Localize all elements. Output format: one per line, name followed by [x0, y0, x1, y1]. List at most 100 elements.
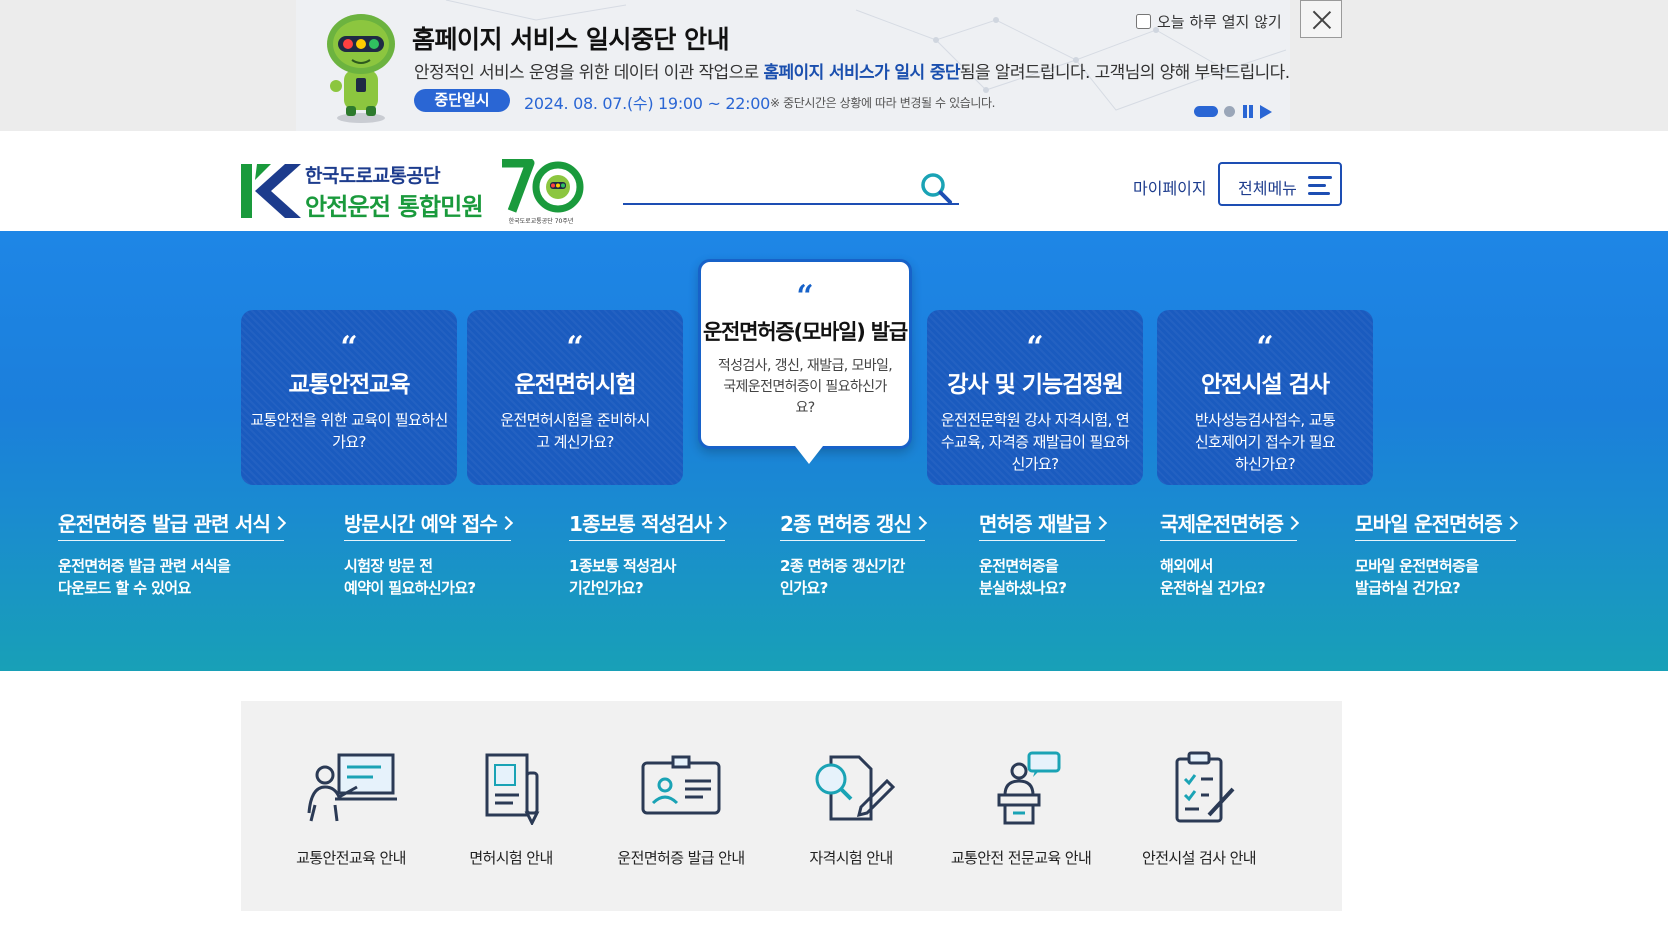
quick-link-desc-line: 인가요?	[780, 579, 828, 597]
hamburger-icon	[1308, 176, 1332, 196]
traffic-light-mascot-icon	[327, 14, 395, 123]
quick-link-desc-line: 모바일 운전면허증을	[1355, 557, 1479, 575]
quick-link-title: 면허증 재발급	[979, 508, 1105, 541]
quick-link-license-reissue[interactable]: 면허증 재발급 운전면허증을 분실하셨나요?	[979, 508, 1105, 599]
anniversary-caption: 한국도로교통공단 70주년	[509, 217, 574, 225]
slide-dot-active[interactable]	[1194, 106, 1218, 117]
quick-link-desc-line: 1종보통 적성검사	[569, 557, 676, 575]
quote-icon: “	[1026, 330, 1044, 365]
quick-link-desc: 모바일 운전면허증을발급하실 건가요?	[1355, 555, 1516, 599]
card-driver-license-exam[interactable]: “ 운전면허시험 운전면허시험을 준비하시고 계신가요?	[467, 310, 683, 485]
quick-link-visit-reservation[interactable]: 방문시간 예약 접수 시험장 방문 전예약이 필요하신가요?	[344, 508, 512, 599]
guide-qualification-exam[interactable]: 자격시험 안내	[761, 751, 941, 868]
card-description: 적성검사, 갱신, 재발급, 모바일, 국제운전면허증이 필요하신가요?	[717, 358, 893, 416]
koroad-logo-icon[interactable]	[241, 164, 301, 218]
quick-link-desc-line: 다운로드 할 수 있어요	[58, 579, 191, 597]
search-input[interactable]	[623, 169, 913, 203]
pause-icon[interactable]	[1242, 105, 1254, 118]
quick-link-desc-line: 기간인가요?	[569, 579, 644, 597]
notice-bar: 홈페이지 서비스 일시중단 안내 안정적인 서비스 운영을 위한 데이터 이관 …	[0, 0, 1668, 131]
slide-dot[interactable]	[1224, 106, 1235, 117]
exam-document-icon	[485, 753, 540, 825]
guide-label: 교통안전 전문교육 안내	[950, 849, 1092, 867]
card-title: 운전면허시험	[514, 372, 637, 398]
notice-title: 홈페이지 서비스 일시중단 안내	[412, 25, 730, 54]
card-traffic-safety-education[interactable]: “ 교통안전교육 교통안전을 위한 교육이 필요하신가요?	[241, 310, 457, 485]
guide-license-exam[interactable]: 면허시험 안내	[421, 751, 601, 868]
quick-link-title: 운전면허증 발급 관련 서식	[58, 508, 285, 541]
guide-label: 교통안전교육 안내	[296, 849, 406, 867]
quote-icon: “	[796, 279, 814, 314]
checklist-clipboard-icon	[1175, 751, 1235, 823]
guide-professional-education[interactable]: 교통안전 전문교육 안내	[931, 751, 1111, 868]
no-show-today-label: 오늘 하루 열지 않기	[1157, 13, 1282, 31]
quick-link-desc-line: 예약이 필요하신가요?	[344, 579, 476, 597]
quote-icon: “	[1256, 330, 1274, 365]
quick-link-title: 1종보통 적성검사	[569, 508, 726, 541]
certificate-exam-icon	[815, 755, 896, 821]
guide-label: 자격시험 안내	[809, 849, 893, 867]
stop-period-note: ※ 중단시간은 상황에 따라 변경될 수 있습니다.	[770, 96, 996, 110]
quick-link-desc: 운전면허증을 분실하셨나요?	[979, 555, 1105, 599]
card-title: 강사 및 기능검정원	[947, 372, 1123, 398]
quick-link-desc-line: 분실하셨나요?	[979, 579, 1067, 597]
card-safety-facility-inspection[interactable]: “ 안전시설 검사 반사성능검사접수, 교통신호제어기 접수가 필요하신가요?	[1157, 310, 1373, 485]
card-description: 교통안전을 위한 교육이 필요하신가요?	[250, 411, 448, 451]
quick-link-title: 모바일 운전면허증	[1355, 508, 1516, 541]
quick-link-desc: 2종 면허증 갱신기간인가요?	[780, 555, 925, 599]
notice-description: 안정적인 서비스 운영을 위한 데이터 이관 작업으로 홈페이지 서비스가 일시…	[414, 58, 1290, 83]
play-icon[interactable]	[1260, 105, 1272, 119]
70th-anniversary-emblem: 한국도로교통공단 70주년	[502, 159, 584, 225]
card-title: 교통안전교육	[288, 372, 411, 398]
quick-link-desc-line: 해외에서	[1160, 557, 1213, 575]
quick-link-title: 방문시간 예약 접수	[344, 508, 512, 541]
quick-link-license-forms[interactable]: 운전면허증 발급 관련 서식 운전면허증 발급 관련 서식을다운로드 할 수 있…	[58, 508, 285, 599]
guide-safety-facility-inspection[interactable]: 안전시설 검사 안내	[1109, 751, 1289, 868]
all-menu-button[interactable]: 전체메뉴	[1218, 162, 1342, 206]
quick-link-desc-line: 운전하실 건가요?	[1160, 579, 1266, 597]
mypage-link[interactable]: 마이페이지	[1133, 175, 1207, 199]
no-show-today-checkbox[interactable]	[1136, 14, 1151, 29]
quick-link-desc: 시험장 방문 전예약이 필요하신가요?	[344, 555, 511, 599]
guide-label: 면허시험 안내	[469, 849, 553, 867]
id-card-icon	[641, 755, 721, 815]
search-box	[623, 169, 959, 205]
quick-link-title: 국제운전면허증	[1160, 508, 1298, 541]
logo-org-name: 한국도로교통공단	[305, 165, 441, 187]
guide-label: 안전시설 검사 안내	[1142, 849, 1257, 867]
quick-link-class1-aptitude-test[interactable]: 1종보통 적성검사 1종보통 적성검사기간인가요?	[569, 508, 726, 599]
guide-license-issuance[interactable]: 운전면허증 발급 안내	[591, 751, 771, 868]
card-title: 운전면허증(모바일) 발급	[702, 320, 908, 344]
notice-desc-text-end: 됨을 알려드립니다. 고객님의 양해 부탁드립니다.	[959, 63, 1290, 83]
speaker-podium-icon	[997, 751, 1061, 825]
banner-slider-controls	[1194, 104, 1284, 120]
site-header: 한국도로교통공단 안전운전 통합민원 한국도로교통공단 70주년 마이페이지 전…	[0, 131, 1668, 231]
stop-period-time: 2024. 08. 07.(수) 19:00 ~ 22:00	[524, 94, 770, 113]
quick-link-desc-line: 운전면허증 발급 관련 서식을	[58, 557, 231, 575]
lecture-icon	[307, 753, 397, 822]
quick-link-desc-line: 시험장 방문 전	[344, 557, 433, 575]
card-description: 반사성능검사접수, 교통신호제어기 접수가 필요하신가요?	[1194, 411, 1336, 473]
all-menu-label: 전체메뉴	[1238, 179, 1297, 198]
card-description: 운전전문학원 강사 자격시험, 연수교육, 자격증 재발급이 필요하신가요?	[940, 411, 1130, 473]
quick-link-class2-renewal[interactable]: 2종 면허증 갱신 2종 면허증 갱신기간인가요?	[780, 508, 926, 599]
search-icon[interactable]	[919, 171, 953, 205]
card-title: 안전시설 검사	[1201, 372, 1330, 398]
notice-desc-highlight: 홈페이지 서비스가 일시 중단	[763, 63, 960, 83]
card-description: 운전면허시험을 준비하시고 계신가요?	[500, 411, 650, 451]
close-notice-button[interactable]	[1300, 0, 1342, 38]
speech-bubble-tail	[795, 446, 823, 464]
main-visual: “ 교통안전교육 교통안전을 위한 교육이 필요하신가요? “ 운전면허시험 운…	[0, 231, 1668, 671]
quick-link-desc: 운전면허증 발급 관련 서식을다운로드 할 수 있어요	[58, 555, 284, 599]
card-instructor-examiner[interactable]: “ 강사 및 기능검정원 운전전문학원 강사 자격시험, 연수교육, 자격증 재…	[927, 310, 1143, 485]
logo-service-name: 안전운전 통합민원	[305, 193, 484, 221]
no-show-today[interactable]: 오늘 하루 열지 않기	[1136, 11, 1282, 32]
quick-link-international-license[interactable]: 국제운전면허증 해외에서운전하실 건가요?	[1160, 508, 1298, 599]
guide-label: 운전면허증 발급 안내	[617, 849, 745, 867]
guide-traffic-safety-education[interactable]: 교통안전교육 안내	[261, 751, 441, 868]
quick-link-mobile-license[interactable]: 모바일 운전면허증 모바일 운전면허증을발급하실 건가요?	[1355, 508, 1516, 599]
quick-link-desc-line: 2종 면허증 갱신기간	[780, 557, 905, 575]
quick-link-desc-line: 발급하실 건가요?	[1355, 579, 1461, 597]
quick-link-title: 2종 면허증 갱신	[780, 508, 926, 541]
card-license-issuance[interactable]: “ 운전면허증(모바일) 발급 적성검사, 갱신, 재발급, 모바일, 국제운전…	[698, 259, 912, 464]
